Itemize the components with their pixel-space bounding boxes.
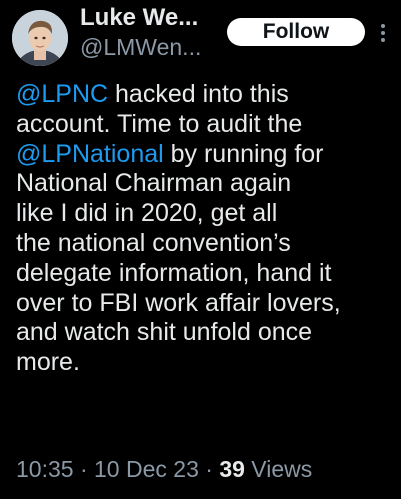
mention-link[interactable]: @LPNC bbox=[16, 80, 108, 108]
views-count: 39 bbox=[219, 456, 245, 482]
tweet-line: National Chairman again bbox=[16, 169, 292, 198]
tweet-card: Luke We... @LMWen... Follow @LPNC hacked… bbox=[0, 0, 401, 499]
avatar[interactable] bbox=[12, 10, 68, 66]
tweet-line: over to FBI work affair lovers, bbox=[16, 288, 341, 317]
tweet-line: delegate information, hand it bbox=[16, 258, 332, 287]
tweet-line: and watch shit unfold once bbox=[16, 318, 313, 347]
tweet-time[interactable]: 10:35 bbox=[16, 456, 74, 482]
views-label: Views bbox=[244, 456, 313, 482]
mention-link[interactable]: @LPNational bbox=[16, 140, 164, 168]
tweet-text: @LPNC hacked into this account. Time to … bbox=[16, 80, 396, 378]
meta-separator: · bbox=[73, 456, 95, 482]
follow-button[interactable]: Follow bbox=[227, 18, 365, 46]
tweet-meta: 10:35 · 10 Dec 23 · 39 Views bbox=[16, 456, 312, 483]
tweet-line: @LPNational by running for bbox=[16, 140, 396, 170]
tweet-date[interactable]: 10 Dec 23 bbox=[94, 456, 199, 482]
tweet-line-text: by running for bbox=[163, 139, 324, 168]
tweet-line: like I did in 2020, get all bbox=[16, 199, 278, 228]
tweet-line: account. Time to audit the bbox=[16, 109, 303, 138]
tweet-line: the national convention’s bbox=[16, 228, 291, 257]
meta-separator: · bbox=[198, 456, 220, 482]
more-vertical-icon[interactable] bbox=[379, 22, 387, 44]
avatar-image bbox=[12, 10, 68, 66]
tweet-line: more. bbox=[16, 348, 80, 377]
author-display-name[interactable]: Luke We... bbox=[80, 4, 198, 32]
tweet-line: @LPNC hacked into this bbox=[16, 80, 396, 110]
tweet-line-text: hacked into this bbox=[108, 80, 289, 108]
author-handle[interactable]: @LMWen... bbox=[80, 34, 201, 61]
